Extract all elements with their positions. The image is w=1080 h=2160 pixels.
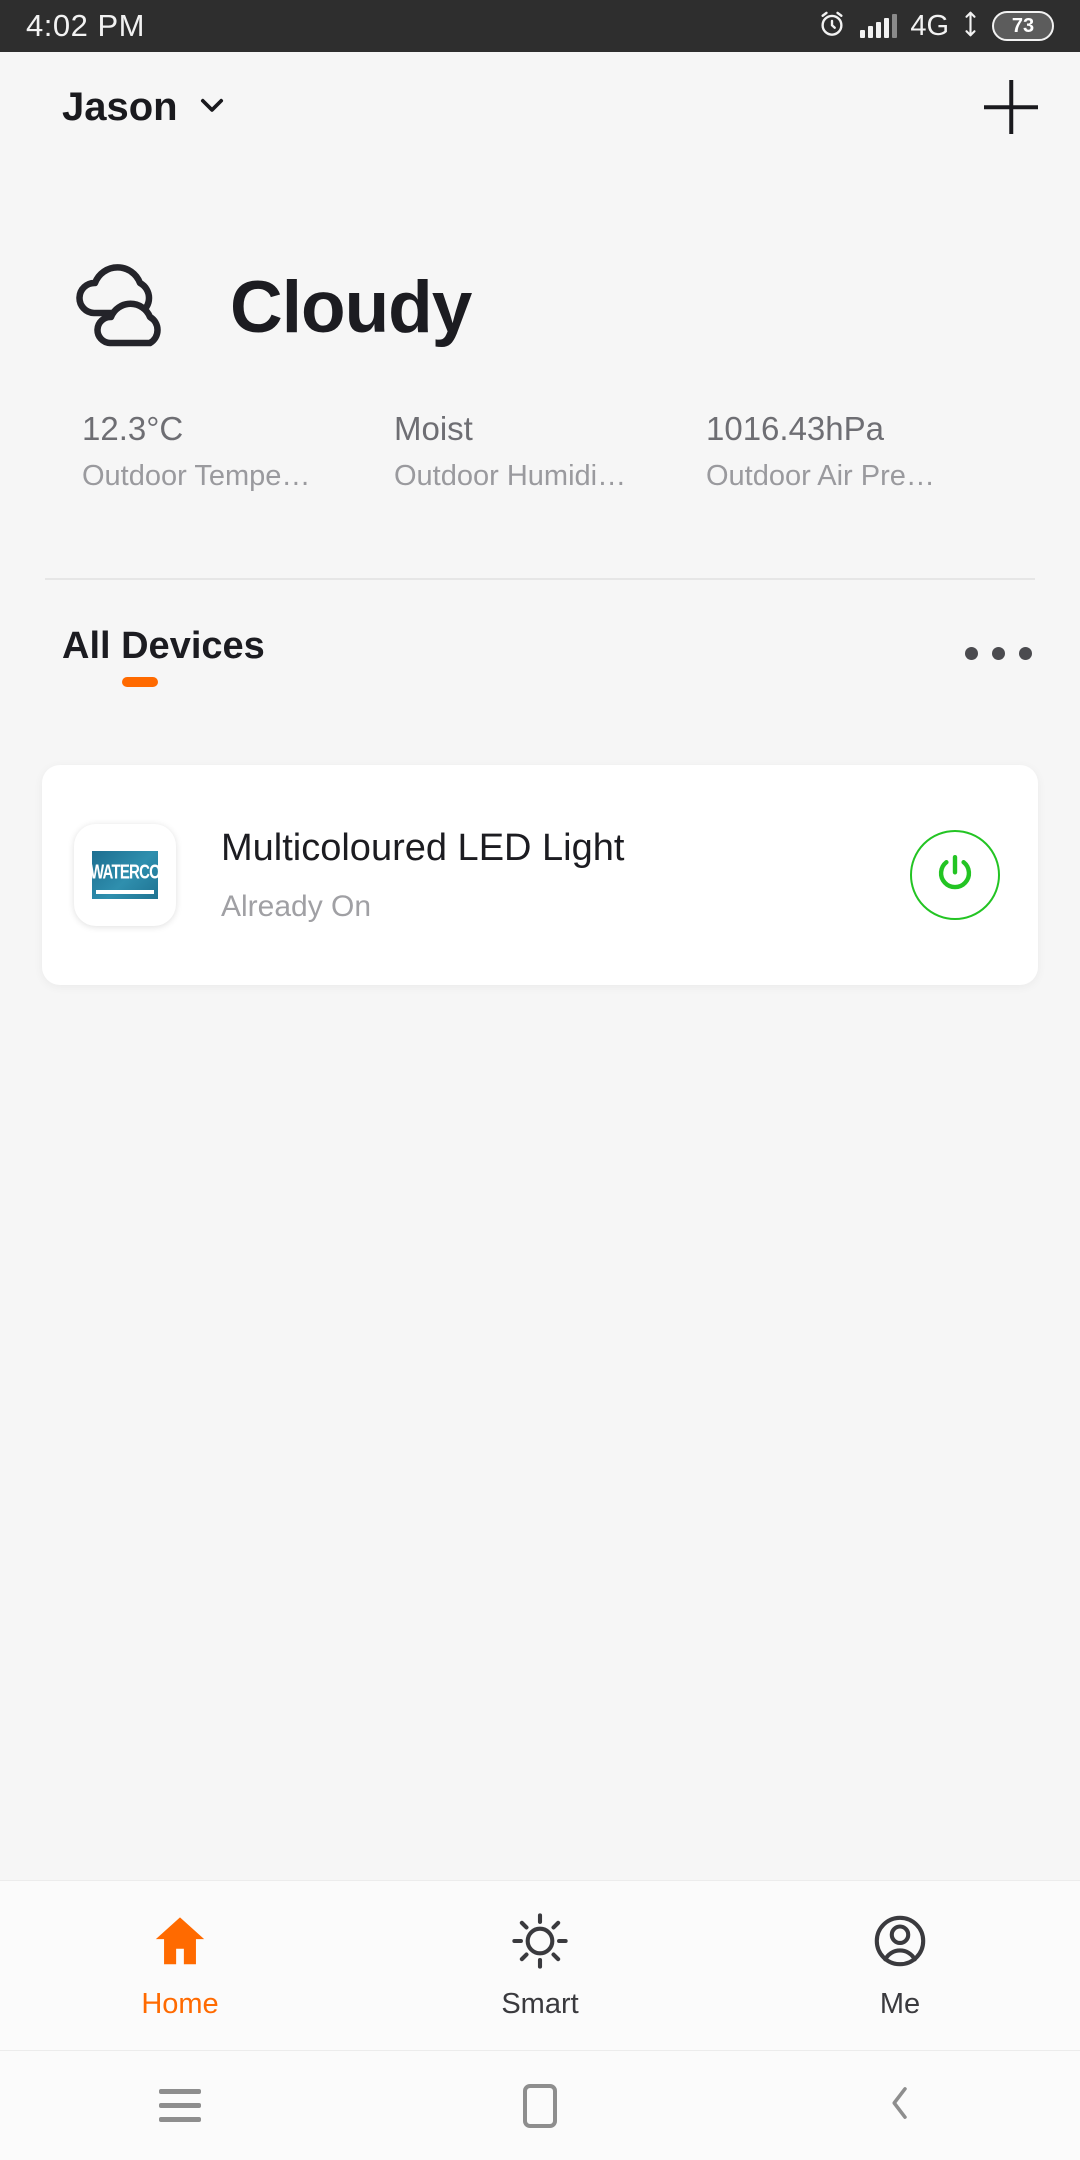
house-icon	[149, 1910, 211, 1972]
tab-label: All Devices	[62, 625, 265, 667]
logo-underbar	[96, 890, 154, 894]
device-power-toggle[interactable]	[910, 830, 1000, 920]
device-info: Multicoloured LED Light Already On	[221, 827, 910, 924]
weather-stats: 12.3°C Outdoor Tempe… Moist Outdoor Humi…	[0, 410, 1080, 493]
weather-stat: 12.3°C Outdoor Tempe…	[82, 410, 394, 493]
stat-label: Outdoor Humidi…	[394, 460, 627, 492]
home-name-label: Jason	[62, 84, 178, 129]
tab-all-devices[interactable]: All Devices	[62, 625, 265, 687]
alarm-clock-icon	[817, 9, 847, 44]
device-tabs: All Devices	[0, 625, 1080, 715]
power-icon	[933, 851, 977, 900]
more-horizontal-icon[interactable]	[965, 647, 1032, 660]
status-time: 4:02 PM	[26, 8, 145, 43]
phone-screen: 4:02 PM 4G 73 Jason Cloudy 12.3°C Outdoo…	[0, 0, 1080, 2160]
stat-value: Moist	[394, 410, 473, 447]
data-transfer-icon	[962, 9, 979, 44]
section-divider	[45, 578, 1035, 580]
cloud-icon	[62, 255, 182, 360]
tab-active-indicator	[122, 677, 158, 687]
nav-label: Home	[141, 1988, 219, 2020]
app-header: Jason	[0, 52, 1080, 162]
recents-button[interactable]	[0, 2089, 360, 2122]
weather-headline: Cloudy	[0, 255, 1080, 360]
square-home-icon	[523, 2083, 557, 2128]
weather-stat: 1016.43hPa Outdoor Air Pre…	[706, 410, 1018, 493]
system-navigation-bar	[0, 2050, 1080, 2160]
battery-indicator: 73	[992, 11, 1054, 41]
nav-label: Me	[879, 1988, 921, 2020]
hamburger-menu-icon	[159, 2089, 201, 2122]
nav-item-home[interactable]: Home	[0, 1910, 360, 2021]
person-circle-icon	[871, 1910, 929, 1972]
weather-condition-label: Cloudy	[230, 267, 472, 348]
weather-panel[interactable]: Cloudy 12.3°C Outdoor Tempe… Moist Outdo…	[0, 255, 1080, 493]
stat-label: Outdoor Air Pre…	[706, 460, 935, 492]
device-thumbnail: WATERCO	[74, 824, 176, 926]
nav-item-me[interactable]: Me	[720, 1910, 1080, 2021]
back-button[interactable]	[720, 2081, 1080, 2130]
brightness-sun-icon	[511, 1910, 569, 1972]
nav-label: Smart	[501, 1988, 579, 2020]
signal-bars-icon	[860, 14, 898, 38]
chevron-left-back-icon	[880, 2081, 920, 2130]
status-bar: 4:02 PM 4G 73	[0, 0, 1080, 52]
waterco-logo-icon: WATERCO	[92, 851, 158, 899]
chevron-down-icon	[195, 88, 229, 127]
nav-item-smart[interactable]: Smart	[360, 1910, 720, 2021]
device-status-label: Already On	[221, 889, 372, 923]
device-card[interactable]: WATERCO Multicoloured LED Light Already …	[42, 765, 1038, 985]
home-selector[interactable]: Jason	[62, 85, 229, 130]
stat-value: 12.3°C	[82, 410, 184, 447]
battery-level-label: 73	[1011, 14, 1035, 37]
weather-stat: Moist Outdoor Humidi…	[394, 410, 706, 493]
stat-label: Outdoor Tempe…	[82, 460, 311, 492]
status-icons: 4G 73	[817, 9, 1054, 44]
stat-value: 1016.43hPa	[706, 410, 885, 447]
bottom-navigation: Home Smart Me	[0, 1880, 1080, 2050]
network-type-label: 4G	[910, 9, 949, 42]
home-button[interactable]	[360, 2083, 720, 2128]
add-device-button[interactable]	[982, 78, 1040, 136]
brand-logo-label: WATERCO	[92, 861, 158, 884]
device-name-label: Multicoloured LED Light	[221, 826, 625, 869]
